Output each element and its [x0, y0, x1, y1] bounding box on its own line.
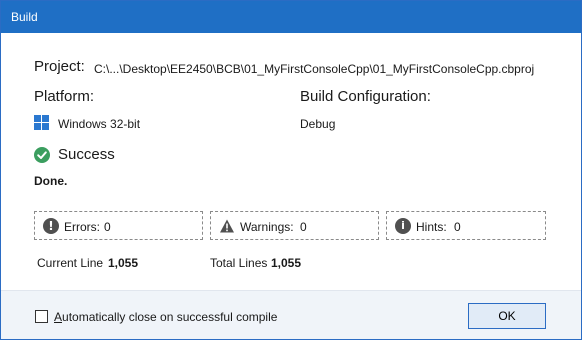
- platform-label: Platform:: [34, 88, 95, 105]
- warnings-box: Warnings: 0: [210, 211, 379, 240]
- auto-close-text: utomatically close on successful compile: [62, 310, 278, 324]
- current-line-label: Current Line: [37, 256, 104, 270]
- windows-logo-icon: [34, 115, 49, 130]
- total-lines-label: Total Lines: [210, 256, 268, 270]
- status-text: Success: [58, 146, 115, 163]
- title-bar[interactable]: Build: [1, 1, 581, 33]
- ok-button[interactable]: OK: [468, 303, 546, 329]
- build-configuration-label: Build Configuration:: [300, 88, 431, 105]
- project-label: Project:: [34, 58, 85, 75]
- info-icon: i: [395, 218, 411, 234]
- project-path: C:\...\Desktop\EE2450\BCB\01_MyFirstCons…: [94, 62, 535, 76]
- auto-close-label[interactable]: Automatically close on successful compil…: [54, 310, 277, 324]
- build-dialog: Build Project: C:\...\Desktop\EE2450\BCB…: [0, 0, 582, 340]
- window-title: Build: [11, 10, 38, 24]
- current-line-value: 1,055: [108, 256, 139, 270]
- hints-box: i Hints: 0: [386, 211, 546, 240]
- error-icon: !: [43, 218, 59, 234]
- warnings-label: Warnings:: [240, 220, 294, 234]
- warning-icon: [219, 218, 235, 234]
- build-configuration-value: Debug: [300, 117, 336, 131]
- dialog-footer: Automatically close on successful compil…: [1, 290, 581, 339]
- hints-label: Hints:: [416, 220, 447, 234]
- errors-label: Errors:: [64, 220, 100, 234]
- platform-value: Windows 32-bit: [58, 117, 141, 131]
- total-lines-value: 1,055: [271, 256, 302, 270]
- auto-close-accelerator: A: [54, 310, 63, 324]
- hints-count: 0: [454, 220, 461, 234]
- warnings-count: 0: [300, 220, 307, 234]
- status-message: Done.: [34, 174, 68, 188]
- auto-close-checkbox[interactable]: [35, 310, 48, 323]
- errors-box: ! Errors: 0: [34, 211, 203, 240]
- check-circle-icon: [34, 147, 50, 163]
- errors-count: 0: [104, 220, 111, 234]
